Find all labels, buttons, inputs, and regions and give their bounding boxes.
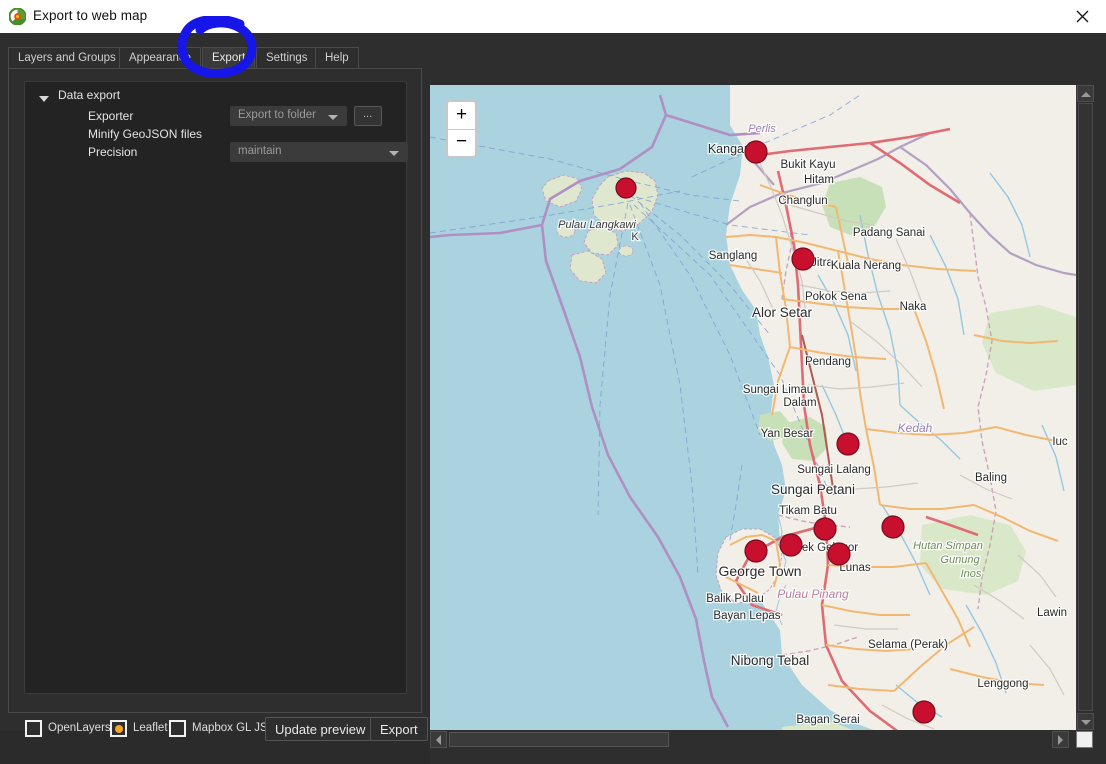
map-vertical-scrollbar[interactable] [1076, 85, 1094, 730]
tab-layers-and-groups[interactable]: Layers and Groups [8, 47, 126, 68]
radio-leaflet[interactable] [110, 720, 127, 737]
chevron-down-icon[interactable] [39, 96, 49, 102]
exporter-combobox[interactable]: Export to folder [230, 106, 347, 126]
browse-button[interactable]: ... [354, 106, 382, 126]
map-label: Hutan Simpan [913, 540, 983, 552]
map-label: Selama (Perak) [868, 639, 948, 651]
minify-geojson-label: Minify GeoJSON files [88, 127, 203, 141]
map-label: Pokok Sena [805, 291, 868, 303]
scroll-left-arrow-icon[interactable] [430, 731, 447, 748]
export-to-web-map-window: Export to web map Layers and Groups Appe… [0, 0, 1106, 764]
map-label: Balik Pulau [706, 593, 764, 605]
map-label: Lenggong [977, 678, 1028, 690]
map-label: Naka [900, 301, 927, 313]
map-label: Bagan Serai [796, 714, 859, 726]
map-horizontal-scrollbar[interactable] [430, 731, 1076, 748]
label-mapbox-gl-js[interactable]: Mapbox GL JS [192, 722, 268, 734]
zoom-control: + − [446, 100, 477, 158]
map-label: Inos [961, 568, 982, 580]
map-label: Iuc [1052, 436, 1068, 448]
map-label: K [631, 231, 639, 243]
radio-openlayers[interactable] [25, 720, 42, 737]
horizontal-scroll-thumb[interactable] [449, 732, 669, 747]
map-label: Baling [975, 472, 1007, 484]
radio-selected-dot [114, 724, 123, 733]
vertical-scroll-track[interactable] [1078, 103, 1093, 711]
map-label: Bukit Kayu [781, 159, 836, 171]
map-label: Perlis [748, 123, 776, 135]
group-label-data-export: Data export [58, 88, 121, 102]
zoom-out-button[interactable]: − [448, 129, 475, 156]
label-openlayers[interactable]: OpenLayers [48, 722, 111, 734]
data-export-tree: Data export Exporter Minify GeoJSON file… [24, 81, 408, 694]
map-label: Pulau Pinang [777, 587, 849, 601]
qgis-logo-icon [8, 7, 27, 26]
tab-strip: Layers and Groups Appearance Export Sett… [8, 47, 422, 69]
update-preview-button[interactable]: Update preview [265, 717, 376, 741]
zoom-out-label: − [455, 131, 468, 152]
map-label: Gunung [940, 554, 980, 566]
export-options-panel: Data export Exporter Minify GeoJSON file… [8, 68, 422, 713]
dialog-body: Layers and Groups Appearance Export Sett… [0, 33, 1106, 764]
map-graphics: Pulau LangkawiK KangarPerlis Bukit Kayu Hit… [430, 85, 1076, 730]
map-label: Sanglang [709, 250, 758, 262]
map-label: Sungai Lalang [797, 464, 871, 476]
map-label: Kedah [898, 421, 933, 435]
label-leaflet[interactable]: Leaflet [133, 722, 168, 734]
map-label: Hitam [804, 174, 834, 186]
map-canvas[interactable]: Pulau Langkawi K Kangar Perlis Bukit Kayu Hit… [430, 85, 1076, 730]
map-label: Dalam [783, 397, 816, 409]
title-bar: Export to web map [0, 0, 1106, 34]
map-label: Bayan Lepas [713, 610, 780, 622]
map-label: Kangar [708, 142, 748, 156]
marker-alor-setar[interactable] [791, 247, 815, 271]
map-preview-area: Pulau Langkawi K Kangar Perlis Bukit Kayu Hit… [430, 85, 1106, 764]
tab-export[interactable]: Export [202, 47, 256, 68]
map-label: Pendang [805, 356, 851, 368]
zoom-in-button[interactable]: + [448, 102, 475, 130]
exporter-label: Exporter [88, 109, 134, 123]
marker-taiping[interactable] [912, 700, 936, 724]
marker-langkawi[interactable] [615, 177, 637, 199]
scroll-right-arrow-icon[interactable] [1052, 731, 1069, 748]
map-label: Padang Sanai [853, 227, 925, 239]
chevron-down-icon [328, 115, 338, 120]
radio-mapbox-gl-js[interactable] [169, 720, 186, 737]
marker-kangar[interactable] [744, 140, 768, 164]
map-label: Pulau Langkawi [558, 219, 636, 231]
precision-combobox[interactable]: maintain [230, 142, 408, 162]
tab-settings[interactable]: Settings [256, 47, 318, 68]
bottom-toolbar: OpenLayers Leaflet Mapbox GL JS Update p… [0, 714, 430, 764]
marker-perai[interactable] [827, 542, 851, 566]
marker-balik-pulau[interactable] [744, 539, 768, 563]
zoom-in-label: + [455, 104, 468, 125]
chevron-down-icon [389, 151, 399, 156]
map-label: Alor Setar [752, 305, 813, 320]
browse-button-label: ... [363, 108, 373, 120]
map-label: Lawin [1037, 607, 1067, 619]
marker-butterworth[interactable] [813, 517, 837, 541]
scroll-up-arrow-icon[interactable] [1077, 85, 1094, 102]
precision-label: Precision [88, 145, 138, 159]
precision-value: maintain [238, 145, 282, 157]
map-label: Kuala Nerang [831, 260, 901, 272]
export-button[interactable]: Export [370, 717, 428, 741]
scrollbar-corner [1076, 731, 1093, 748]
marker-georgetown[interactable] [779, 533, 803, 557]
scroll-down-arrow-icon[interactable] [1077, 713, 1094, 730]
close-icon[interactable] [1060, 0, 1106, 32]
marker-lunas[interactable] [881, 515, 905, 539]
map-label: Sungai Petani [771, 482, 855, 497]
tab-help[interactable]: Help [315, 47, 359, 68]
window-title: Export to web map [33, 8, 148, 23]
map-label: Yan Besar [761, 428, 814, 440]
tab-appearance[interactable]: Appearance [119, 47, 202, 68]
map-label: Tikam Batu [779, 505, 837, 517]
map-label: George Town [718, 563, 801, 579]
exporter-value: Export to folder [238, 109, 316, 121]
map-label: Nibong Tebal [731, 653, 810, 668]
map-label: Sungai Limau [743, 384, 813, 396]
map-label: Changlun [778, 195, 827, 207]
marker-sungai-petani[interactable] [836, 432, 860, 456]
